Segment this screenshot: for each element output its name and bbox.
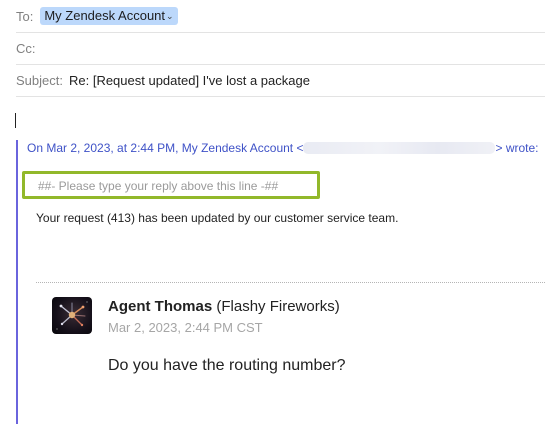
quote-attribution: On Mar 2, 2023, at 2:44 PM, My Zendesk A…	[27, 141, 539, 155]
text-cursor	[15, 113, 16, 128]
subject-input[interactable]: Re: [Request updated] I've lost a packag…	[69, 73, 310, 88]
quoted-message: On Mar 2, 2023, at 2:44 PM, My Zendesk A…	[16, 140, 545, 424]
avatar	[52, 297, 92, 334]
subject-label: Subject:	[16, 72, 63, 88]
to-field-row[interactable]: To: My Zendesk Account ⌄	[16, 0, 545, 33]
agent-message: Do you have the routing number?	[108, 357, 346, 374]
chevron-down-icon[interactable]: ⌄	[166, 8, 174, 24]
dotted-divider	[36, 282, 545, 283]
attribution-prefix: On Mar 2, 2023, at 2:44 PM, My Zendesk A…	[27, 141, 304, 155]
agent-name-line: Agent Thomas (Flashy Fireworks)	[108, 298, 340, 315]
reply-line-highlight: ##- Please type your reply above this li…	[22, 171, 320, 199]
redacted-email	[303, 142, 496, 154]
agent-timestamp: Mar 2, 2023, 2:44 PM CST	[108, 320, 263, 335]
to-label: To:	[16, 8, 34, 24]
agent-name: Agent Thomas	[108, 298, 213, 315]
cc-field-row[interactable]: Cc:	[16, 32, 545, 65]
request-update-text: Your request (413) has been updated by o…	[36, 211, 399, 225]
firework-avatar-icon	[56, 301, 88, 330]
email-compose-window: To: My Zendesk Account ⌄ Cc: Subject: Re…	[0, 0, 545, 424]
recipient-name: My Zendesk Account	[44, 8, 166, 23]
recipient-token[interactable]: My Zendesk Account ⌄	[40, 7, 178, 25]
cc-label: Cc:	[16, 40, 36, 56]
agent-organization: (Flashy Fireworks)	[216, 298, 340, 315]
subject-field-row[interactable]: Subject: Re: [Request updated] I've lost…	[16, 64, 545, 97]
attribution-suffix: > wrote:	[495, 141, 539, 155]
reply-line-text: ##- Please type your reply above this li…	[38, 179, 279, 193]
